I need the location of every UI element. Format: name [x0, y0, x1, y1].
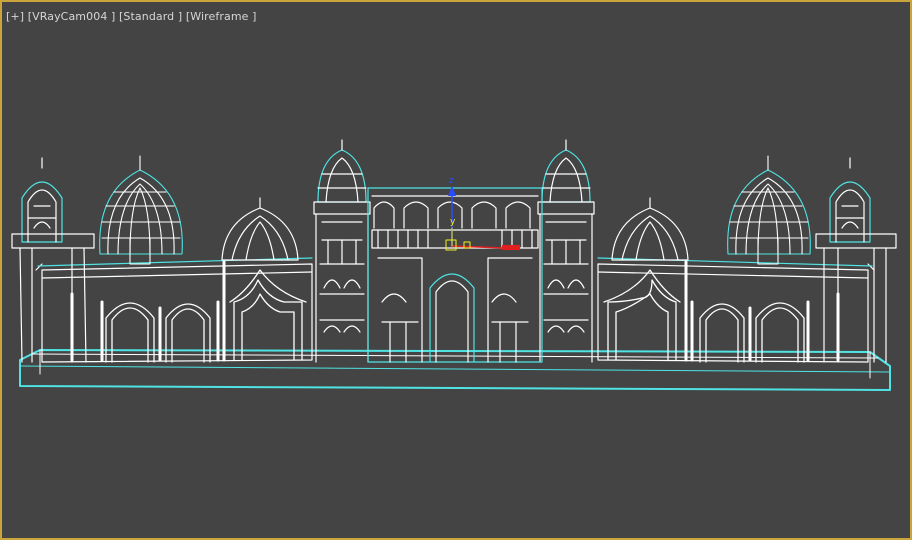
left-arcade [105, 269, 307, 363]
central-towers [313, 139, 595, 363]
wireframe-palace-model[interactable]: z y [2, 2, 910, 538]
central-gateway [367, 187, 543, 363]
wing-domes [221, 197, 689, 261]
3d-viewport-wireframe[interactable]: [+] [VRayCam004 ] [Standard ] [Wireframe… [0, 0, 912, 540]
right-arcade [603, 269, 805, 363]
palace-base [19, 349, 891, 391]
palace-walls [35, 257, 875, 363]
gizmo-z-label: z [449, 176, 454, 186]
gizmo-y-label: y [450, 217, 456, 227]
facade-columns [70, 260, 840, 362]
